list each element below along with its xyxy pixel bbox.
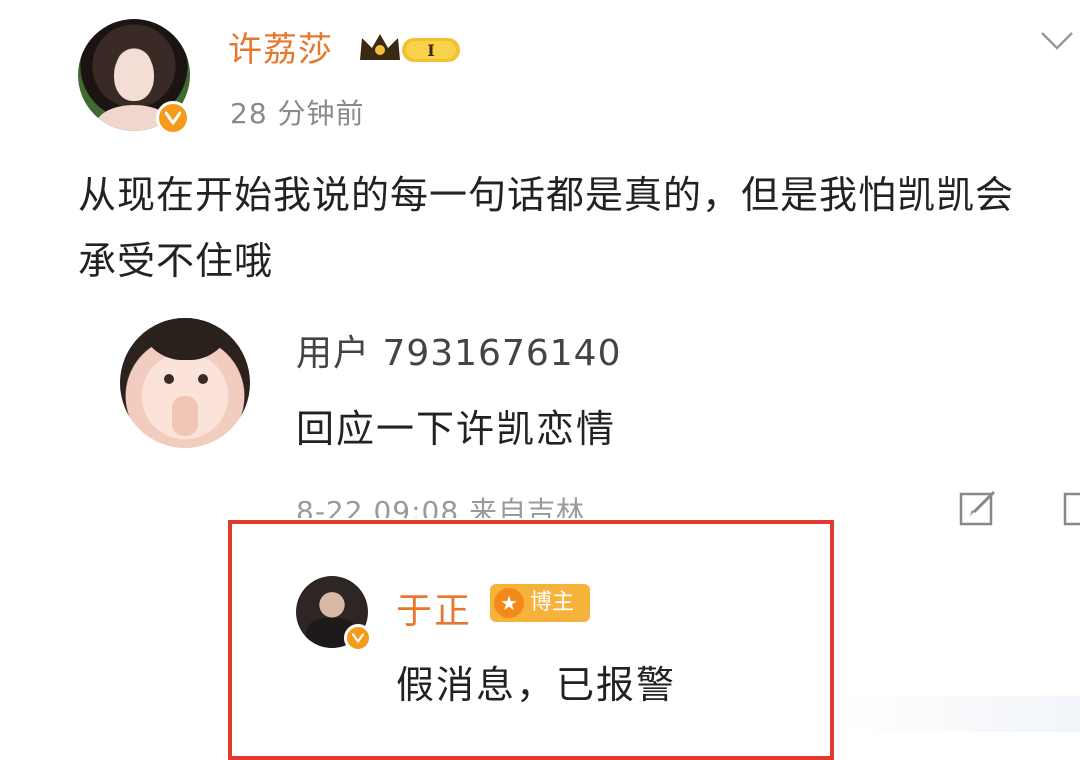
avatar-hair — [140, 318, 232, 360]
blogger-badge-label: 博主 — [530, 590, 575, 615]
reply-author-name[interactable]: 于正 — [396, 582, 472, 634]
commenter-name[interactable]: 用户 7931676140 — [296, 324, 622, 376]
avatar-hand — [172, 396, 198, 436]
reply-body: 假消息，已报警 — [396, 663, 677, 707]
avatar-eye — [164, 374, 174, 384]
edit-icon[interactable] — [958, 488, 1000, 528]
comment-meta: 8-22 09:08 来自吉林 — [296, 495, 586, 518]
post-body: 从现在开始我说的每一句话都是真的，但是我怕凯凯会承受不住哦 — [78, 173, 1015, 283]
star-icon: ★ — [494, 588, 524, 618]
verified-badge-icon — [344, 624, 372, 652]
watermark — [840, 696, 1080, 732]
vip-crown-badge-icon[interactable]: I — [358, 30, 466, 68]
blogger-badge: ★ 博主 — [490, 584, 590, 622]
avatar-eye — [198, 374, 208, 384]
comment-body: 回应一下许凯恋情 — [296, 407, 617, 451]
commenter-avatar[interactable] — [120, 318, 250, 448]
verified-badge-icon — [156, 101, 190, 135]
share-icon[interactable] — [1062, 488, 1080, 528]
chevron-down-icon[interactable] — [1040, 30, 1074, 52]
vip-level: I — [427, 41, 434, 60]
post-author-name[interactable]: 许荔莎 — [228, 22, 333, 71]
post-timestamp: 28 分钟前 — [230, 97, 365, 130]
avatar-face — [114, 49, 154, 101]
